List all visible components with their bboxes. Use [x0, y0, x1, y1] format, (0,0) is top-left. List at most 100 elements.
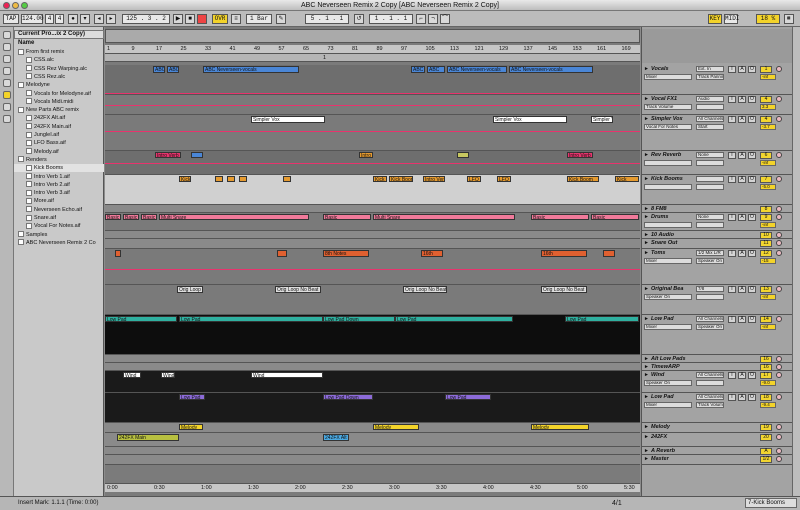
track-name[interactable]: Kick Booms	[644, 176, 694, 183]
track-name[interactable]: Vocals	[644, 66, 694, 73]
pad-clip[interactable]: Low Pad	[179, 316, 323, 322]
arm-button[interactable]	[776, 66, 782, 72]
vocal-clip[interactable]: ABC	[411, 66, 425, 73]
track-name[interactable]: Vocal FX1	[644, 96, 694, 103]
output-select[interactable]	[696, 160, 724, 166]
monitor-button[interactable]: O	[748, 96, 756, 103]
track-lane[interactable]	[105, 231, 640, 239]
track-activator[interactable]: 11	[760, 240, 772, 247]
kick-clip[interactable]: LFO	[467, 176, 481, 182]
track-name[interactable]: Melody	[644, 424, 694, 431]
drum-clip[interactable]: Basic	[531, 214, 589, 220]
loop-clip[interactable]: Orig Loop	[177, 286, 203, 293]
browser-item[interactable]: 242FX Main.aif	[14, 123, 104, 131]
browser-item[interactable]: Snare.aif	[14, 214, 104, 222]
vertical-scrollbar[interactable]	[792, 27, 800, 496]
mixer-track-row[interactable]: 8 FM8 8	[642, 205, 800, 213]
browser-item[interactable]: CSS.alc	[14, 56, 104, 64]
arm-button[interactable]	[776, 116, 782, 122]
monitor-button[interactable]: I	[728, 316, 736, 323]
track-activator[interactable]: 19	[760, 424, 772, 431]
arm-button[interactable]	[776, 448, 782, 454]
track-lane[interactable]	[105, 239, 640, 249]
drum-clip[interactable]: Multi Snare	[159, 214, 309, 220]
melody-clip[interactable]: Melody	[373, 424, 419, 430]
output-select[interactable]	[696, 294, 724, 300]
browser-location[interactable]: Current Pro...ix 2 Copy)	[14, 30, 104, 39]
tom-clip[interactable]: 16th	[421, 250, 443, 257]
browser-item[interactable]: Melody.aif	[14, 148, 104, 156]
track-activator[interactable]: 12	[760, 250, 772, 257]
mixer-track-row[interactable]: Vocal FX1Audio Track Volume IAO 3.34	[642, 95, 800, 115]
volume-field[interactable]: -inf	[760, 74, 776, 80]
selected-track-label[interactable]: 7-Kick Booms	[745, 498, 797, 508]
kick-clip[interactable]: Intro Verb 1	[423, 176, 445, 182]
track-name[interactable]: Low Pad	[644, 394, 694, 401]
track-name[interactable]: 10 Audio	[644, 232, 694, 239]
device-chooser[interactable]: Track Volume	[644, 104, 692, 110]
browser-item[interactable]: CSS Rez.alc	[14, 73, 104, 81]
stop-icon[interactable]: ■	[185, 14, 195, 24]
overdub-button[interactable]: OVR	[212, 14, 228, 24]
simpler-clip[interactable]: Simpler Vox	[591, 116, 613, 123]
metronome-icon[interactable]: ●	[68, 14, 78, 24]
monitor-button[interactable]: A	[738, 372, 746, 379]
browser-item[interactable]: Neverseen Echo.aif	[14, 206, 104, 214]
track-lane[interactable]	[105, 363, 640, 371]
loop-length-field[interactable]: 1 . 1 . 1	[369, 14, 413, 24]
monitor-button[interactable]: O	[748, 152, 756, 159]
reverb-clip[interactable]	[457, 152, 469, 158]
browser-item[interactable]: Vocals Midi.midi	[14, 98, 104, 106]
output-select[interactable]	[696, 184, 724, 190]
arm-button[interactable]	[776, 152, 782, 158]
track-activator[interactable]: 10	[760, 232, 772, 239]
kick-clip[interactable]: Kick Boom	[373, 176, 387, 182]
monitor-button[interactable]: A	[738, 176, 746, 183]
mixer-track-row[interactable]: Master 1/2	[642, 455, 800, 465]
track-activator[interactable]: 13	[760, 286, 772, 293]
input-type-select[interactable]: Ext. In	[696, 66, 724, 72]
wind-clip[interactable]: Wind	[123, 372, 141, 378]
vocal-clip[interactable]: ABC Neverseen-vocals	[509, 66, 593, 73]
track-name[interactable]: Original Bea	[644, 286, 694, 293]
position-field[interactable]: 125 . 3 . 2	[122, 14, 170, 24]
track-name[interactable]: TimewARP	[644, 364, 694, 371]
monitor-button[interactable]: O	[748, 316, 756, 323]
track-name[interactable]: Wind	[644, 372, 694, 379]
browser-item[interactable]: Vocal For Notes.aif	[14, 222, 104, 230]
pad-clip[interactable]: Low Pad	[179, 394, 205, 400]
kick-clip[interactable]: LFO	[497, 176, 511, 182]
kick-clip[interactable]	[283, 176, 291, 182]
file-browser-3-icon[interactable]	[3, 79, 11, 87]
mixer-track-row[interactable]: VocalsExt. In Mixer Track Panning IAO -inf1	[642, 65, 800, 95]
pad-clip[interactable]: Low Pad	[565, 316, 639, 322]
loop-clip[interactable]: Orig Loop No Beat	[403, 286, 447, 293]
input-type-select[interactable]: Audio	[696, 96, 724, 102]
browser-item[interactable]: Intro Verb 3.aif	[14, 189, 104, 197]
device-chooser[interactable]: Mixer	[644, 402, 692, 408]
track-activator[interactable]: 6	[760, 152, 772, 159]
monitor-button[interactable]: I	[728, 250, 736, 257]
kick-clip[interactable]: Kick	[179, 176, 191, 182]
midi-map-button[interactable]: MIDI	[724, 14, 739, 24]
browser-item[interactable]: ABC Neverseen Remix 2 Co	[14, 239, 104, 247]
monitor-button[interactable]: A	[738, 214, 746, 221]
track-name[interactable]: Master	[644, 456, 694, 463]
vocal-clip[interactable]: ABC	[153, 66, 165, 73]
device-chooser[interactable]	[644, 222, 692, 228]
loop-clip[interactable]: Orig Loop No Beat	[275, 286, 321, 293]
track-name[interactable]: 8 FM8	[644, 206, 694, 213]
arm-button[interactable]	[776, 356, 782, 362]
track-lane[interactable]	[105, 455, 640, 465]
mixer-track-row[interactable]: TimewARP 16	[642, 363, 800, 371]
device-chooser[interactable]: Speaker On	[644, 380, 692, 386]
input-type-select[interactable]: None	[696, 152, 724, 158]
monitor-button[interactable]: I	[728, 372, 736, 379]
info-icon[interactable]	[3, 115, 11, 123]
track-lane[interactable]	[105, 355, 640, 363]
pad-clip[interactable]: Low Pad Down	[323, 394, 373, 400]
track-activator[interactable]: 4	[760, 116, 772, 123]
monitor-button[interactable]: I	[728, 116, 736, 123]
browser-item[interactable]: Kick Booms	[14, 164, 104, 173]
input-type-select[interactable]: None	[696, 214, 724, 220]
